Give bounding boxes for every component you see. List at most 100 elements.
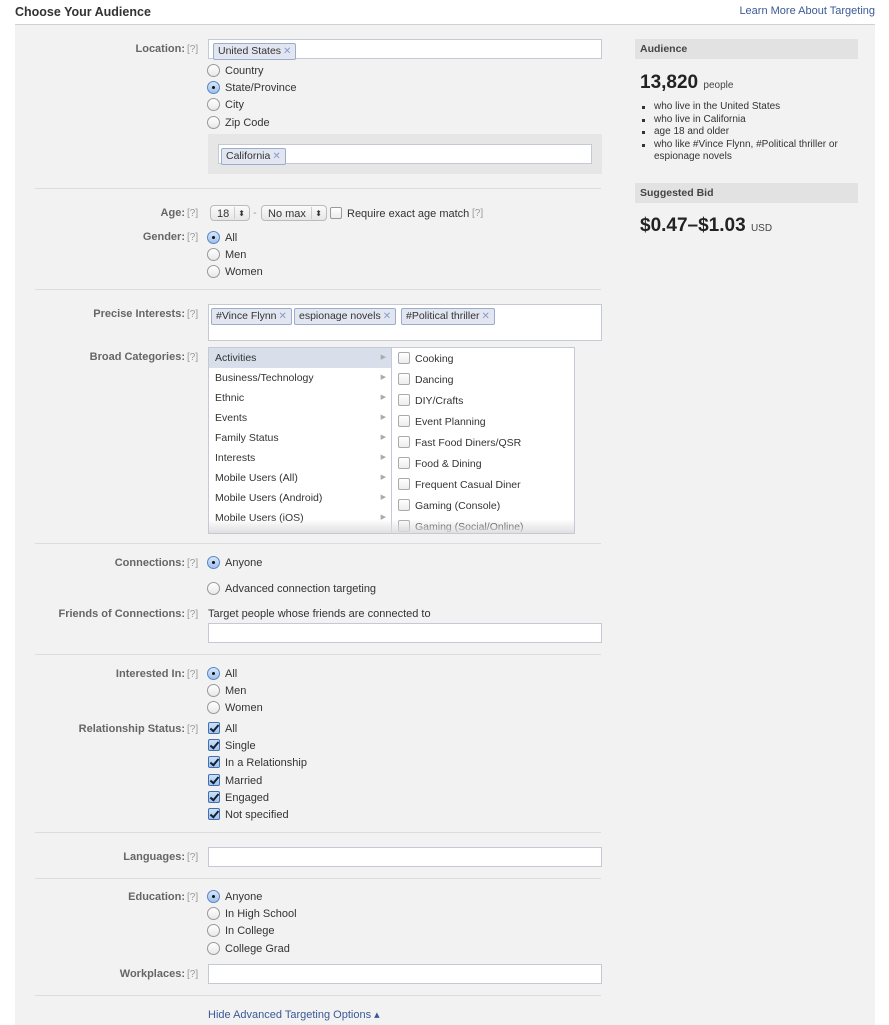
divider <box>35 654 601 655</box>
relationship-option-single[interactable]: Single <box>208 738 256 754</box>
education-option-high-school[interactable]: In High School <box>207 906 297 922</box>
languages-label: Languages: <box>123 851 185 863</box>
friends-of-connections-input[interactable] <box>208 623 602 643</box>
relationship-option-not-specified[interactable]: Not specified <box>208 807 289 823</box>
remove-token-icon[interactable]: ✕ <box>279 311 287 322</box>
state-input[interactable]: California ✕ <box>218 144 592 165</box>
subcategory-gaming-console[interactable]: Gaming (Console) <box>398 496 500 516</box>
relationship-option-married[interactable]: Married <box>208 773 262 789</box>
remove-token-icon[interactable]: ✕ <box>283 46 291 57</box>
gender-option-women[interactable]: Women <box>207 264 263 280</box>
interested-in-label: Interested In: <box>115 668 185 680</box>
category-business-technology[interactable]: Business/Technology ▶ <box>209 368 391 388</box>
connections-option-advanced[interactable]: Advanced connection targeting <box>207 581 376 597</box>
education-option-anyone[interactable]: Anyone <box>207 889 262 905</box>
subcategory-fast-food[interactable]: Fast Food Diners/QSR <box>398 433 521 453</box>
age-max-select[interactable]: No max ⬍ <box>261 205 327 221</box>
languages-input[interactable] <box>208 847 602 867</box>
checkbox-checked-icon <box>208 791 220 803</box>
education-help[interactable]: [?] <box>187 892 198 903</box>
subcategory-dancing[interactable]: Dancing <box>398 370 454 390</box>
learn-more-targeting-link[interactable]: Learn More About Targeting <box>739 5 875 17</box>
broad-categories-label: Broad Categories: <box>89 351 185 363</box>
subcategory-food-dining[interactable]: Food & Dining <box>398 454 482 474</box>
relationship-option-engaged[interactable]: Engaged <box>208 790 269 806</box>
precise-interests-label: Precise Interests: <box>93 308 185 320</box>
location-option-zip[interactable]: Zip Code <box>207 115 270 131</box>
radio-icon <box>207 942 220 955</box>
gender-option-men[interactable]: Men <box>207 247 246 263</box>
category-list: Activities ▶ Business/Technology ▶ Ethnic ▶… <box>209 348 392 533</box>
checkbox-icon <box>398 478 410 490</box>
broad-categories-help[interactable]: [?] <box>187 352 198 363</box>
hide-advanced-targeting-link[interactable]: Hide Advanced Targeting Options ▴ <box>208 1008 380 1021</box>
category-mobile-android[interactable]: Mobile Users (Android) ▶ <box>209 488 391 508</box>
connections-help[interactable]: [?] <box>187 558 198 569</box>
audience-criterion: who like #Vince Flynn, #Political thrill… <box>642 139 862 164</box>
interested-in-option-all[interactable]: All <box>207 666 237 682</box>
broad-categories-browser: Activities ▶ Business/Technology ▶ Ethnic ▶… <box>208 347 575 534</box>
state-picker-box: California ✕ <box>208 134 602 174</box>
precise-interests-input[interactable]: #Vince Flynn ✕ espionage novels ✕ #Politic… <box>208 304 602 341</box>
workplaces-help[interactable]: [?] <box>187 969 198 980</box>
interested-in-help[interactable]: [?] <box>187 669 198 680</box>
radio-icon <box>207 265 220 278</box>
category-interests[interactable]: Interests ▶ <box>209 448 391 468</box>
subcategory-casual-diner[interactable]: Frequent Casual Diner <box>398 475 521 495</box>
relationship-option-in-relationship[interactable]: In a Relationship <box>208 755 307 771</box>
subcategory-event-planning[interactable]: Event Planning <box>398 412 486 432</box>
divider <box>35 188 601 189</box>
checkbox-icon <box>398 499 410 511</box>
age-label: Age: <box>160 207 185 219</box>
location-help[interactable]: [?] <box>187 44 198 55</box>
friends-of-connections-help[interactable]: [?] <box>187 609 198 620</box>
friends-of-connections-description: Target people whose friends are connecte… <box>208 608 431 620</box>
divider <box>35 878 601 879</box>
location-option-state[interactable]: State/Province <box>207 80 297 96</box>
radio-icon <box>207 116 220 129</box>
interested-in-option-women[interactable]: Women <box>207 700 263 716</box>
category-events[interactable]: Events ▶ <box>209 408 391 428</box>
category-family-status[interactable]: Family Status ▶ <box>209 428 391 448</box>
gender-label: Gender: <box>142 231 185 243</box>
remove-token-icon[interactable]: ✕ <box>383 311 391 322</box>
category-ethnic[interactable]: Ethnic ▶ <box>209 388 391 408</box>
age-min-select[interactable]: 18 ⬍ <box>210 205 250 221</box>
subcategory-diy-crafts[interactable]: DIY/Crafts <box>398 391 463 411</box>
location-option-country[interactable]: Country <box>207 63 264 79</box>
interested-in-option-men[interactable]: Men <box>207 683 246 699</box>
audience-criterion: who live in California <box>642 114 862 127</box>
audience-criterion: who live in the United States <box>642 101 862 114</box>
radio-icon <box>207 582 220 595</box>
education-option-college[interactable]: In College <box>207 923 275 939</box>
friends-of-connections-label: Friends of Connections: <box>58 608 186 620</box>
subcategory-cooking[interactable]: Cooking <box>398 349 454 369</box>
remove-token-icon[interactable]: ✕ <box>482 311 490 322</box>
remove-token-icon[interactable]: ✕ <box>272 151 280 162</box>
relationship-status-help[interactable]: [?] <box>187 724 198 735</box>
interest-token: espionage novels ✕ <box>294 308 397 325</box>
education-option-college-grad[interactable]: College Grad <box>207 941 290 957</box>
stepper-icon: ⬍ <box>315 209 322 218</box>
location-option-city[interactable]: City <box>207 97 244 113</box>
category-activities[interactable]: Activities ▶ <box>209 348 391 368</box>
checkbox-icon <box>398 394 410 406</box>
precise-interests-help[interactable]: [?] <box>187 309 198 320</box>
location-label: Location: <box>135 43 186 55</box>
chevron-right-icon: ▶ <box>380 454 386 461</box>
relationship-option-all[interactable]: All <box>208 721 237 737</box>
exact-age-help[interactable]: [?] <box>472 208 483 219</box>
suggested-bid-range: $0.47–$1.03 USD <box>640 215 773 236</box>
age-help[interactable]: [?] <box>187 208 198 219</box>
gender-help[interactable]: [?] <box>187 232 198 243</box>
connections-option-anyone[interactable]: Anyone <box>207 555 262 571</box>
audience-criteria-list: who live in the United States who live i… <box>642 101 862 164</box>
gender-option-all[interactable]: All <box>207 230 237 246</box>
workplaces-input[interactable] <box>208 964 602 984</box>
languages-help[interactable]: [?] <box>187 852 198 863</box>
exact-age-match-checkbox[interactable]: Require exact age match <box>330 206 469 222</box>
interest-token: #Political thriller ✕ <box>401 308 495 325</box>
location-input[interactable]: United States ✕ <box>208 39 602 60</box>
category-mobile-all[interactable]: Mobile Users (All) ▶ <box>209 468 391 488</box>
checkbox-icon <box>398 415 410 427</box>
